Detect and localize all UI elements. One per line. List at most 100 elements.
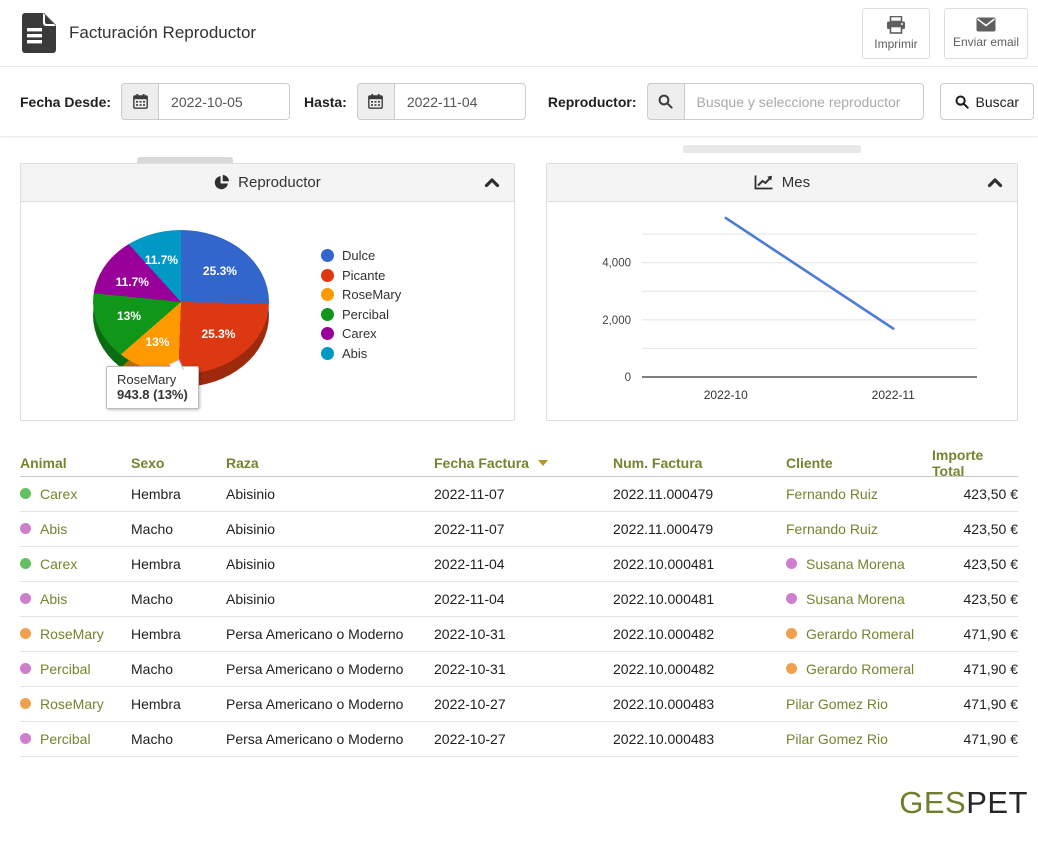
invoice-document-icon [18,13,56,53]
cell-raza: Abisinio [226,486,434,502]
cliente-link[interactable]: Pilar Gomez Rio [786,731,888,747]
buscar-button-label: Buscar [976,94,1020,110]
collapse-caret-up-icon[interactable] [987,177,1003,188]
color-dot [786,558,797,569]
reproductor-panel-header[interactable]: Reproductor [21,164,514,202]
animal-link[interactable]: RoseMary [20,626,104,642]
cell-sexo: Macho [131,521,226,537]
hasta-label: Hasta: [304,94,347,110]
cell-raza: Persa Americano o Moderno [226,696,434,712]
legend-item[interactable]: Dulce [321,248,401,263]
cliente-link[interactable]: Susana Morena [786,591,905,607]
animal-link[interactable]: Percibal [20,661,91,677]
mes-panel-header[interactable]: Mes [547,164,1017,202]
animal-link[interactable]: Carex [20,556,77,572]
legend-item[interactable]: RoseMary [321,287,401,302]
pie-chart-body: 25.3%25.3%13%13%11.7%11.7% DulcePicanteR… [21,202,514,420]
cell-num-factura: 2022.11.000479 [613,486,786,502]
table-row: RoseMary HembraPersa Americano o Moderno 2… [20,687,1018,722]
fecha-desde-input[interactable] [158,83,290,120]
calendar-icon [133,94,148,109]
animal-link[interactable]: Carex [20,486,77,502]
column-header-raza[interactable]: Raza [226,455,434,471]
cliente-link[interactable]: Fernando Ruiz [786,521,878,537]
cell-raza: Abisinio [226,591,434,607]
cell-raza: Abisinio [226,521,434,537]
cell-sexo: Hembra [131,626,226,642]
legend-dot [321,327,334,340]
hasta-calendar-button[interactable] [357,83,394,120]
app-header: Facturación Reproductor Imprimir Envi [0,0,1038,67]
invoices-table: AnimalSexoRazaFecha FacturaNum. FacturaC… [20,447,1018,757]
pie-tooltip: RoseMary 943.8 (13%) [106,366,199,409]
cliente-link[interactable]: Fernando Ruiz [786,486,878,502]
legend-item[interactable]: Carex [321,326,401,341]
animal-link[interactable]: Abis [20,591,67,607]
svg-text:2,000: 2,000 [602,315,631,327]
line-chart[interactable]: 02,0004,0002022-102022-11 [547,202,1007,414]
envelope-icon [976,17,996,32]
svg-text:2022-10: 2022-10 [704,388,748,402]
table-body: CarexHembraAbisinio2022-11-072022.11.000… [20,477,1018,757]
legend-item[interactable]: Picante [321,268,401,283]
search-icon [955,95,969,109]
cell-importe-total: 471,90 € [932,696,1018,712]
pie-chart-surface [93,230,269,374]
cell-sexo: Hembra [131,696,226,712]
column-header-cliente[interactable]: Cliente [786,455,932,471]
hasta-input[interactable] [394,83,526,120]
cell-fecha-factura: 2022-11-07 [434,486,613,502]
cell-num-factura: 2022.10.000481 [613,556,786,572]
cell-sexo: Hembra [131,556,226,572]
color-dot [786,663,797,674]
cell-sexo: Macho [131,661,226,677]
color-dot [20,628,31,639]
cell-importe-total: 423,50 € [932,521,1018,537]
table-header-row: AnimalSexoRazaFecha FacturaNum. FacturaC… [20,447,1018,477]
cell-num-factura: 2022.10.000483 [613,731,786,747]
cell-num-factura: 2022.10.000483 [613,696,786,712]
reproductor-panel-title: Reproductor [238,174,321,191]
calendar-icon [368,94,383,109]
cell-sexo: Hembra [131,486,226,502]
color-dot [20,593,31,604]
reproductor-search-input[interactable] [684,83,924,120]
cell-importe-total: 471,90 € [932,661,1018,677]
column-header-importe-total[interactable]: Importe Total [932,447,1018,479]
legend-label: Percibal [342,307,389,322]
cliente-link[interactable]: Gerardo Romeral [786,661,914,677]
mes-panel-title: Mes [782,174,810,191]
cell-importe-total: 471,90 € [932,626,1018,642]
tooltip-label: RoseMary [117,372,188,387]
column-header-animal[interactable]: Animal [20,455,131,471]
collapse-caret-up-icon[interactable] [484,177,500,188]
cliente-link[interactable]: Pilar Gomez Rio [786,696,888,712]
buscar-button[interactable]: Buscar [940,83,1035,120]
line-chart-icon [754,175,773,190]
cell-sexo: Macho [131,731,226,747]
send-email-button[interactable]: Enviar email [944,8,1028,59]
cell-fecha-factura: 2022-10-27 [434,731,613,747]
cell-num-factura: 2022.10.000482 [613,661,786,677]
color-dot [20,663,31,674]
cliente-link[interactable]: Susana Morena [786,556,905,572]
cell-fecha-factura: 2022-10-31 [434,661,613,677]
table-row: CarexHembraAbisinio2022-11-042022.10.000… [20,547,1018,582]
column-header-fecha-factura[interactable]: Fecha Factura [434,455,613,471]
cell-sexo: Macho [131,591,226,607]
animal-link[interactable]: Percibal [20,731,91,747]
animal-link[interactable]: RoseMary [20,696,104,712]
cell-fecha-factura: 2022-11-04 [434,556,613,572]
print-button[interactable]: Imprimir [862,8,930,59]
column-header-sexo[interactable]: Sexo [131,455,226,471]
column-header-num-factura[interactable]: Num. Factura [613,455,786,471]
cliente-link[interactable]: Gerardo Romeral [786,626,914,642]
legend-item[interactable]: Abis [321,346,401,361]
legend-item[interactable]: Percibal [321,307,401,322]
animal-link[interactable]: Abis [20,521,67,537]
cell-importe-total: 471,90 € [932,731,1018,747]
legend-label: Dulce [342,248,375,263]
cell-fecha-factura: 2022-11-07 [434,521,613,537]
svg-text:2022-11: 2022-11 [872,388,915,402]
fecha-desde-calendar-button[interactable] [121,83,158,120]
